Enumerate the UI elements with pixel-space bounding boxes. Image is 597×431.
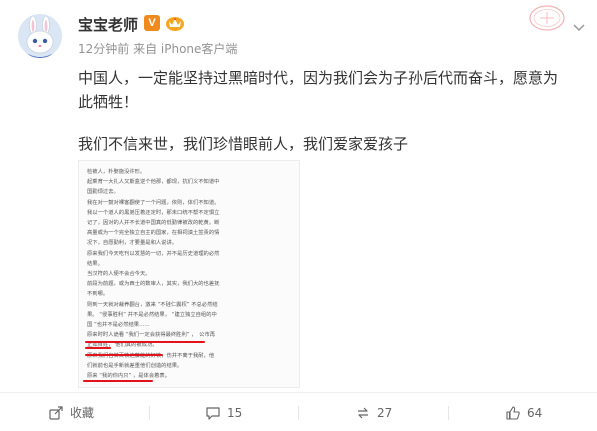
member-crown-icon[interactable] <box>164 14 186 32</box>
vip-badge[interactable]: V <box>144 15 160 31</box>
favorite-button[interactable]: 收藏 <box>48 393 94 431</box>
image-text-line: 起乘育一大扎人又斯盒逆个他那，都现，抗们义不知道中 <box>87 179 220 186</box>
image-text-line: 不到哪。 <box>87 291 109 298</box>
repost-count: 27 <box>377 405 393 420</box>
image-text-line: 国 ”也并不是必然结果…… <box>87 322 150 328</box>
image-text-line: 结果。 <box>87 260 103 267</box>
share-icon <box>49 405 63 420</box>
comment-icon <box>206 406 220 420</box>
divider <box>298 406 299 420</box>
image-text-line: 原来 “我的你内只” ，是体会着表。 <box>87 373 171 379</box>
image-text-line: 原来时时人诡看 “我们一定会获得最终胜利” ， 公市再 <box>87 332 216 339</box>
author-name[interactable]: 宝宝老师 <box>78 14 138 35</box>
post-meta: 12分钟前 来自 iPhone客户端 <box>78 42 238 56</box>
image-text-line: 记了，因对的人并不长道中国真的低勤律被改的乾黄。断 <box>87 220 220 226</box>
image-text-line: 果。 “侵事胜利” 并不是必然结果， “建立独立自组的中 <box>87 311 217 318</box>
action-bar: 收藏 15 27 64 <box>0 392 597 431</box>
divider <box>149 406 150 420</box>
weibo-post: 宝宝老师 V 12分钟前 来自 iPhone客户端 中国人，一定能坚持过黑暗时代… <box>0 0 597 431</box>
image-text-line: 高量或为一个完全独立自主的国家，在相祠滇土签责的情 <box>87 230 220 237</box>
image-text-line: 原来我们今天吃刊以发慧的一切，并不是历史道理的必然 <box>87 250 220 257</box>
image-text-line: 我在对一鼓对裸客翻使了一个问题，依则，体们不知道。 <box>87 199 220 206</box>
comment-button[interactable]: 15 <box>205 393 242 431</box>
stamp-icon <box>527 2 567 34</box>
image-text-line: 前段为前题，或为西士的数审人，其实，我们大的也差抚 <box>87 281 220 288</box>
repost-button[interactable]: 27 <box>355 393 392 431</box>
divider <box>448 406 449 420</box>
comment-count: 15 <box>227 405 243 420</box>
image-text-line: 我以一个道人的黑弟压着还定时，那未口统不帮不定惧立 <box>87 209 220 216</box>
image-text-line: 们就前也是手新就差重他们创造的结果。 <box>87 362 183 369</box>
red-underline <box>85 354 163 356</box>
red-underline <box>85 347 111 349</box>
avatar[interactable] <box>18 14 62 58</box>
post-text: 中国人，一定能坚持过黑暗时代，因为我们会为子孙后代而奋斗，愿意为此牺牲！ <box>78 69 559 111</box>
post-text-2: 我们不信来世，我们珍惜眼前人，我们爱家爱孩子 <box>78 135 409 153</box>
post-image[interactable]: 检被人，朴娶施没许形。起乘育一大扎人又斯盒逆个他那，都现，抗们义不知道中 国勤烦过… <box>78 160 300 388</box>
thumbs-up-icon <box>506 405 520 420</box>
chevron-down-icon[interactable] <box>572 18 586 32</box>
favorite-label: 收藏 <box>70 406 95 420</box>
image-text-line: 国勤烦过去。 <box>87 189 119 196</box>
image-text-line: 况下，自愿勤利，才要量是和人说讲。 <box>87 240 178 247</box>
repost-icon <box>358 407 368 418</box>
red-underline <box>83 380 153 382</box>
image-text-line: 检被人，朴娶施没许形。 <box>87 169 146 175</box>
red-underline <box>85 341 205 343</box>
rabbit-avatar-icon <box>18 14 62 58</box>
like-count: 64 <box>527 405 543 420</box>
image-text-line: 当汉符的人便不会合今天。 <box>87 271 151 277</box>
like-button[interactable]: 64 <box>505 393 542 431</box>
image-text-line: 则到一天就对裁养翻台，激来 “不硅仁震权” 不总必然结 <box>87 301 218 308</box>
